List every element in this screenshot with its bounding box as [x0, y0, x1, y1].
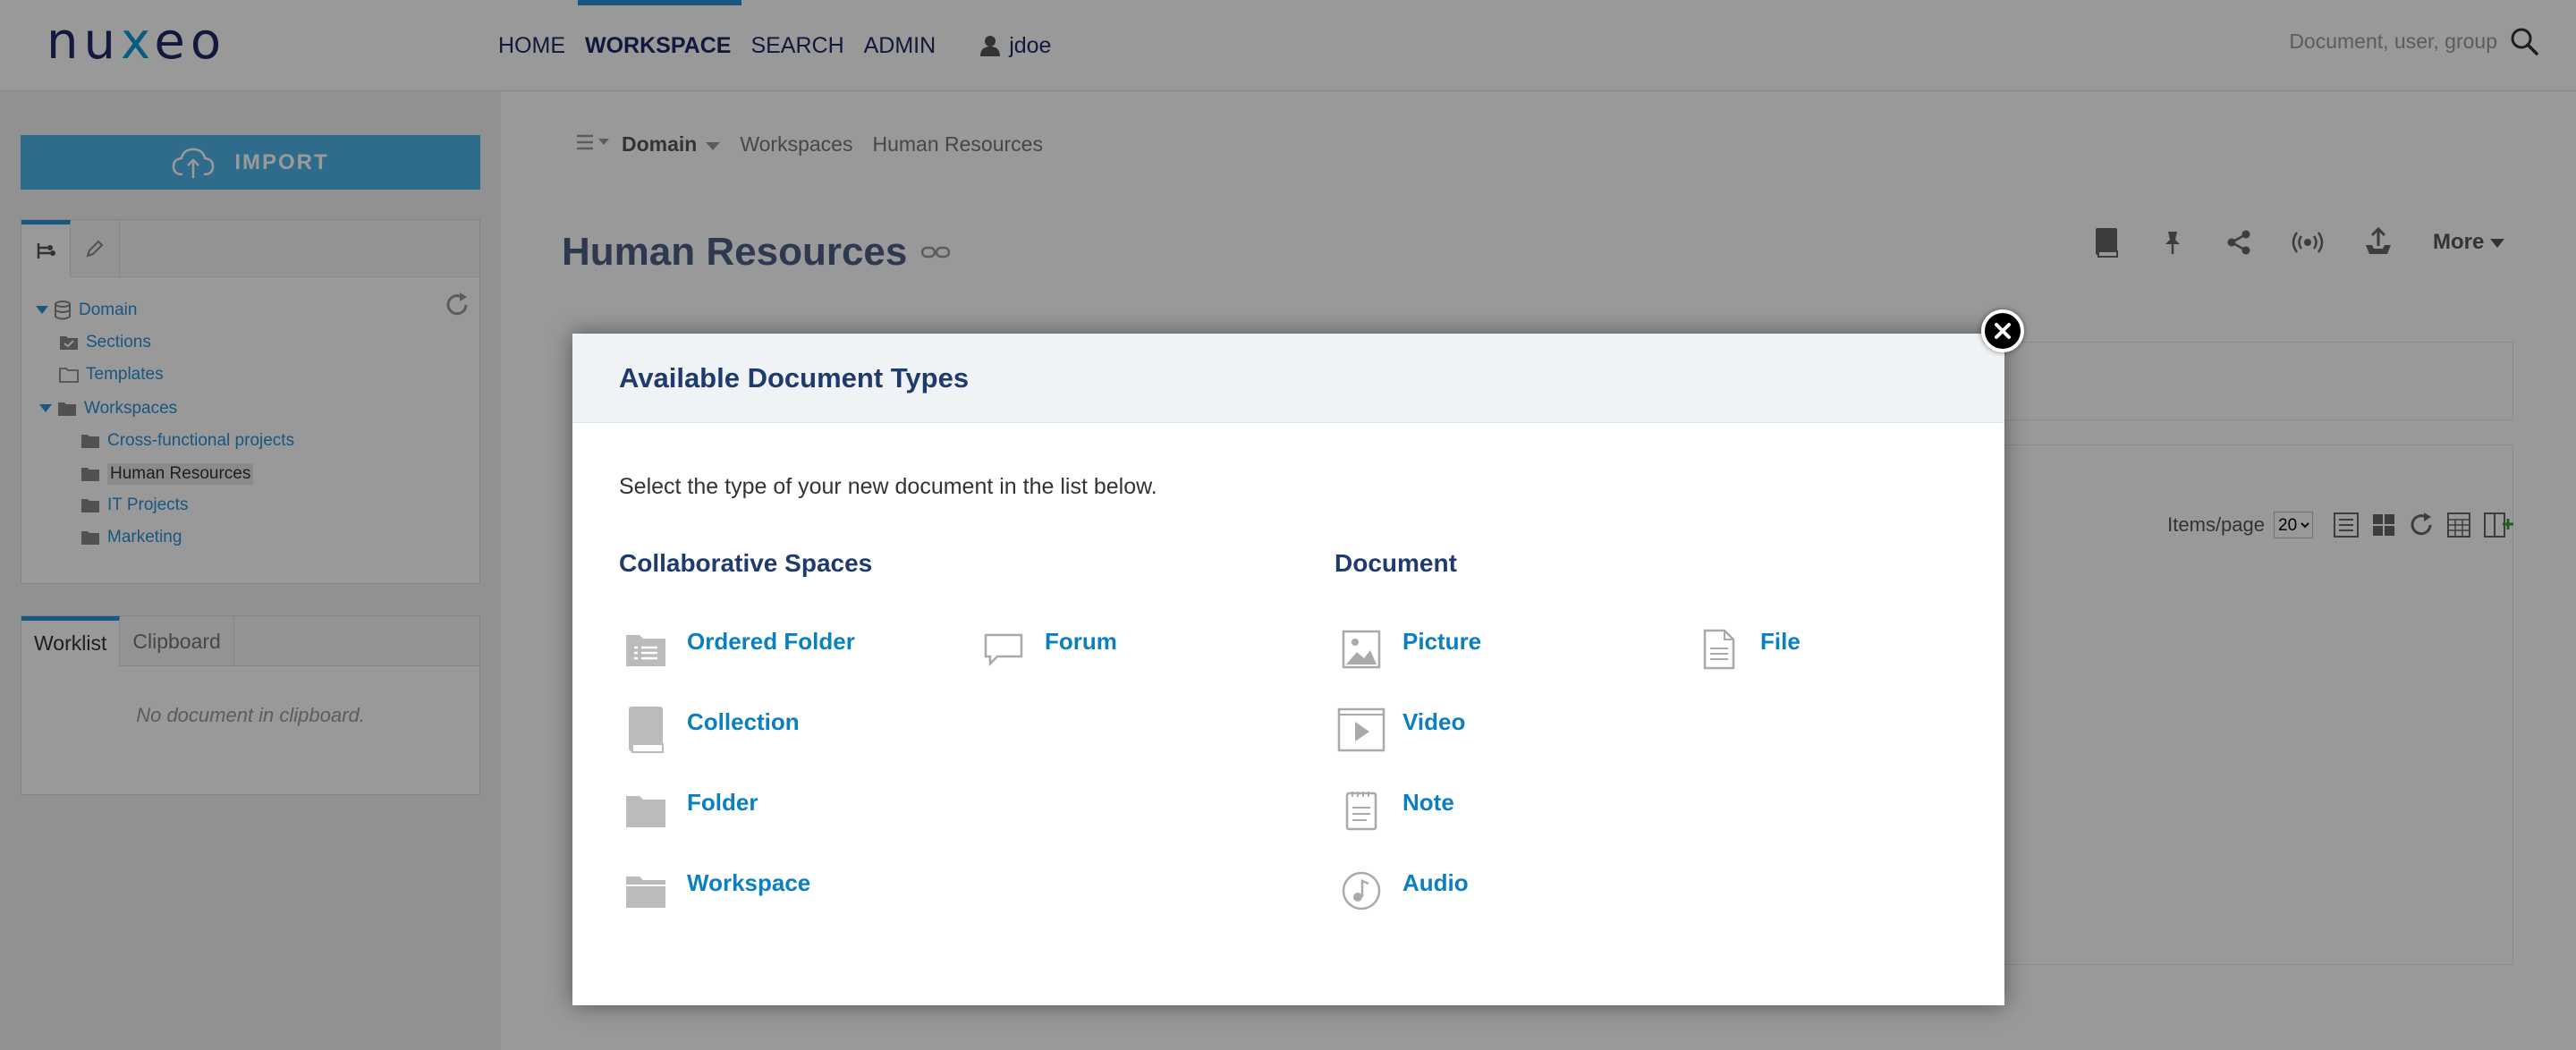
- doc-type-picture[interactable]: Picture: [1335, 624, 1481, 674]
- doc-type-label: Ordered Folder: [687, 628, 855, 655]
- picture-icon: [1335, 624, 1388, 674]
- doc-type-note[interactable]: Note: [1335, 785, 1454, 835]
- doc-type-file[interactable]: File: [1692, 624, 1801, 674]
- doc-type-label: Forum: [1045, 628, 1117, 655]
- doc-type-label: Video: [1402, 708, 1466, 735]
- category-collaborative-spaces: Collaborative Spaces: [619, 549, 873, 577]
- note-icon: [1335, 785, 1388, 835]
- forum-icon: [977, 624, 1030, 674]
- video-icon: [1335, 705, 1388, 755]
- doc-type-label: Audio: [1402, 869, 1469, 896]
- close-modal-button[interactable]: [1981, 309, 2024, 352]
- file-icon: [1692, 624, 1746, 674]
- doc-type-ordered-folder[interactable]: Ordered Folder: [619, 624, 855, 674]
- workspace-icon: [619, 866, 673, 916]
- audio-icon: [1335, 866, 1388, 916]
- modal-header: Available Document Types: [572, 334, 2004, 423]
- document-types-modal: Available Document Types Select the type…: [572, 334, 2004, 1005]
- doc-type-label: Workspace: [687, 869, 811, 896]
- category-document: Document: [1335, 549, 1457, 577]
- doc-type-label: Picture: [1402, 628, 1482, 655]
- ordered-folder-icon: [619, 624, 673, 674]
- doc-type-audio[interactable]: Audio: [1335, 866, 1469, 916]
- doc-type-video[interactable]: Video: [1335, 705, 1465, 755]
- doc-type-workspace[interactable]: Workspace: [619, 866, 810, 916]
- modal-title: Available Document Types: [619, 361, 970, 394]
- doc-type-collection[interactable]: Collection: [619, 705, 800, 755]
- doc-type-label: File: [1760, 628, 1801, 655]
- close-icon: [1995, 323, 2011, 339]
- doc-type-forum[interactable]: Forum: [977, 624, 1117, 674]
- collection-icon: [619, 705, 673, 755]
- doc-type-label: Collection: [687, 708, 800, 735]
- doc-type-label: Note: [1402, 789, 1454, 816]
- folder-icon: [619, 785, 673, 835]
- modal-description: Select the type of your new document in …: [619, 474, 1157, 499]
- doc-type-label: Folder: [687, 789, 758, 816]
- doc-type-folder[interactable]: Folder: [619, 785, 758, 835]
